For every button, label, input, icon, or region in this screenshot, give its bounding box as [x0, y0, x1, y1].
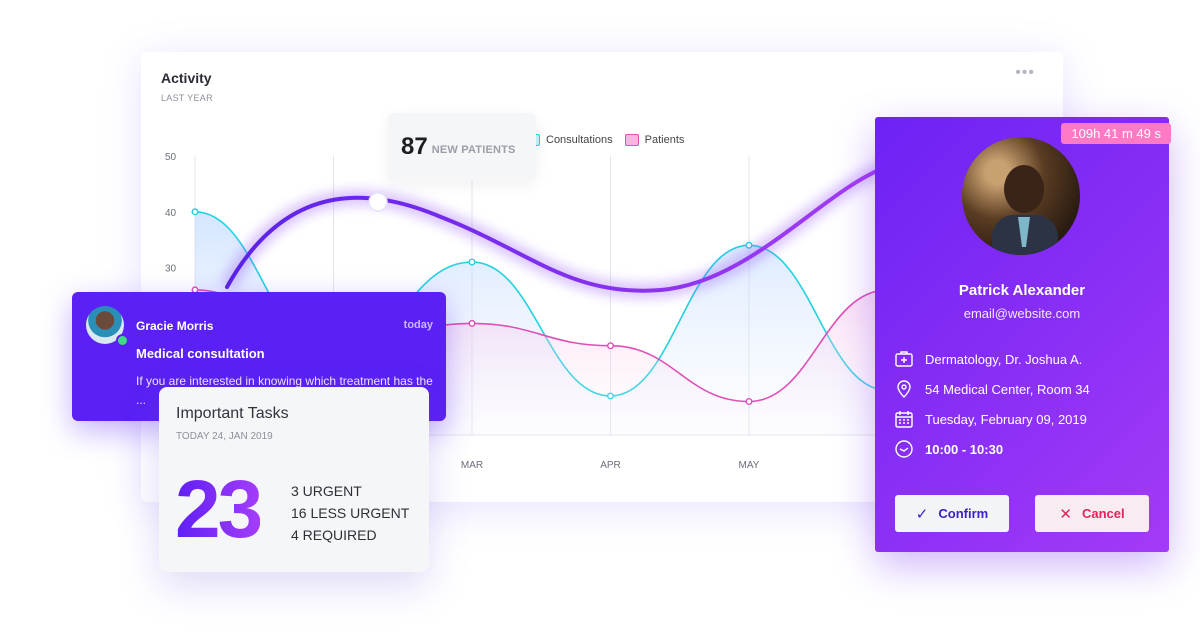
appointment-location: 54 Medical Center, Room 34	[894, 379, 1090, 399]
online-status-icon	[116, 334, 129, 347]
x-tick-apr: APR	[600, 460, 621, 471]
new-patients-label: NEW PATIENTS	[431, 144, 516, 156]
close-icon: ✕	[1059, 505, 1072, 523]
notification-subject: Medical consultation	[136, 346, 265, 361]
tasks-date: TODAY 24, JAN 2019	[176, 431, 273, 442]
point-consultations-0	[191, 208, 199, 216]
point-consultations-4	[745, 241, 753, 249]
y-tick-40: 40	[165, 208, 177, 219]
avatar	[962, 137, 1080, 255]
location-text: 54 Medical Center, Room 34	[925, 381, 1090, 397]
cancel-label: Cancel	[1081, 506, 1125, 521]
clock-icon	[895, 440, 913, 458]
legend-label-consultations: Consultations	[546, 134, 613, 146]
confirm-button[interactable]: ✓ Confirm	[895, 495, 1009, 532]
tasks-title: Important Tasks	[176, 405, 289, 422]
y-tick-50: 50	[165, 152, 177, 163]
notification-sender: Gracie Morris	[136, 319, 214, 333]
highlight-curve-handle	[368, 192, 388, 212]
patient-name: Patrick Alexander	[958, 282, 1086, 299]
new-patients-tooltip: 87 NEW PATIENTS	[388, 113, 536, 181]
appointment-department: Dermatology, Dr. Joshua A.	[894, 349, 1082, 369]
calendar-icon	[895, 411, 913, 428]
tasks-list: 3 URGENT 16 LESS URGENT 4 REQUIRED	[291, 480, 409, 546]
y-tick-30: 30	[165, 264, 177, 275]
tasks-item-required: 4 REQUIRED	[291, 527, 377, 543]
tasks-count: 23	[175, 464, 263, 555]
appointment-date: Tuesday, February 09, 2019	[894, 409, 1087, 429]
time-text: 10:00 - 10:30	[925, 441, 1004, 457]
tasks-item-urgent: 3 URGENT	[291, 483, 362, 499]
tasks-item-less-urgent: 16 LESS URGENT	[291, 505, 410, 521]
patient-email: email@website.com	[963, 306, 1081, 321]
cancel-button[interactable]: ✕ Cancel	[1035, 495, 1149, 532]
legend-item-patients[interactable]: Patients	[624, 134, 685, 146]
point-patients-3	[607, 342, 615, 350]
notification-time: today	[403, 319, 433, 331]
date-text: Tuesday, February 09, 2019	[925, 411, 1087, 427]
point-consultations-2	[468, 258, 476, 266]
medical-kit-icon	[895, 351, 913, 367]
countdown-badge: 109h 41 m 49 s	[1061, 123, 1171, 144]
confirm-label: Confirm	[938, 506, 989, 521]
chart-legend: Consultations Patients	[526, 134, 684, 146]
new-patients-count: 87	[401, 133, 428, 160]
point-patients-2	[468, 319, 476, 327]
legend-swatch-patients	[624, 134, 639, 146]
legend-item-consultations[interactable]: Consultations	[526, 134, 613, 146]
x-tick-may: MAY	[739, 460, 760, 471]
point-patients-4	[745, 398, 753, 406]
important-tasks-card: Important Tasks TODAY 24, JAN 2019 23 3 …	[159, 387, 429, 572]
legend-label-patients: Patients	[644, 134, 685, 146]
department-text: Dermatology, Dr. Joshua A.	[925, 351, 1083, 367]
location-pin-icon	[897, 380, 911, 398]
x-tick-mar: MAR	[461, 460, 483, 471]
check-icon: ✓	[915, 505, 929, 523]
appointment-card: 109h 41 m 49 s Patrick Alexander email@w…	[875, 117, 1171, 552]
appointment-time: 10:00 - 10:30	[894, 439, 1003, 459]
